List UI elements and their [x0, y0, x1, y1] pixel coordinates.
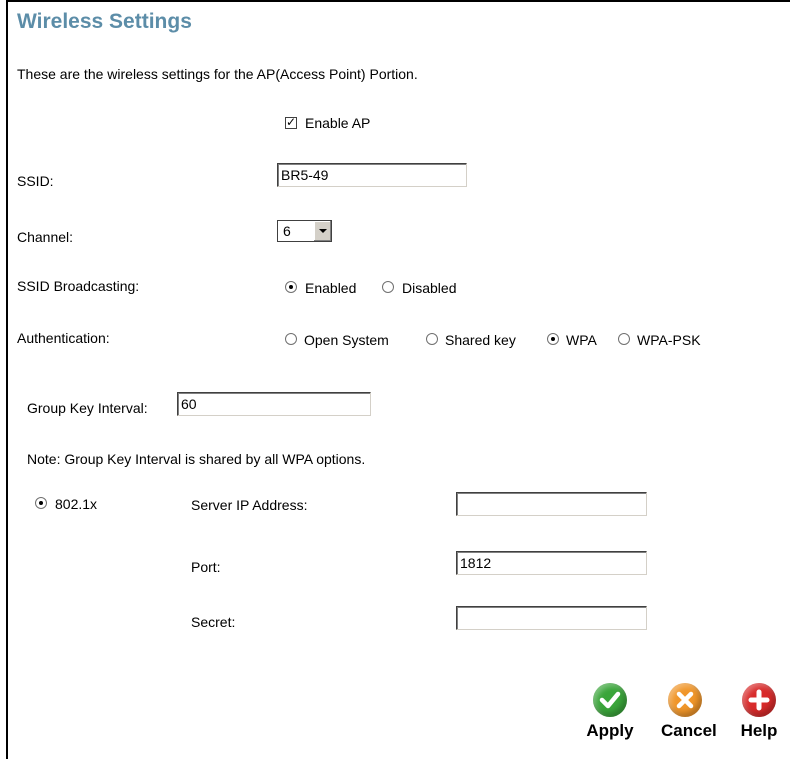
intro-text: These are the wireless settings for the …	[17, 66, 418, 82]
help-button[interactable]: Help	[735, 683, 783, 741]
apply-button[interactable]: Apply	[586, 683, 634, 741]
radius-802-1x-radio[interactable]	[35, 497, 47, 509]
port-input[interactable]	[456, 551, 647, 575]
radius-802-1x-label: 802.1x	[55, 496, 98, 512]
ssid-input[interactable]	[277, 163, 467, 187]
plus-icon	[742, 683, 776, 717]
ssid-broadcast-disabled-label: Disabled	[402, 280, 457, 296]
auth-wpa-radio[interactable]	[547, 333, 559, 345]
check-icon	[593, 683, 627, 717]
help-label: Help	[740, 721, 778, 740]
settings-frame	[6, 0, 790, 759]
group-key-interval-label: Group Key Interval:	[27, 400, 148, 416]
apply-label: Apply	[586, 721, 634, 740]
auth-wpa-psk-radio[interactable]	[618, 333, 630, 345]
group-key-interval-input[interactable]	[177, 392, 371, 416]
server-ip-input[interactable]	[456, 492, 647, 516]
auth-shared-key-label: Shared key	[445, 332, 516, 348]
ssid-broadcast-enabled-label: Enabled	[305, 280, 357, 296]
group-key-note: Note: Group Key Interval is shared by al…	[27, 451, 366, 467]
channel-label: Channel:	[17, 229, 74, 245]
ssid-broadcast-disabled-radio[interactable]	[382, 281, 394, 293]
secret-label: Secret:	[191, 614, 236, 630]
ssid-broadcast-enabled-radio[interactable]	[285, 281, 297, 293]
enable-ap-label: Enable AP	[305, 115, 371, 131]
channel-select[interactable]: 6	[277, 220, 332, 242]
auth-shared-key-radio[interactable]	[426, 333, 438, 345]
cancel-label: Cancel	[661, 721, 717, 740]
server-ip-label: Server IP Address:	[191, 497, 308, 513]
ssid-label: SSID:	[17, 173, 54, 189]
ssid-broadcasting-label: SSID Broadcasting:	[17, 278, 140, 294]
port-label: Port:	[191, 559, 221, 575]
auth-wpa-psk-label: WPA-PSK	[637, 332, 701, 348]
channel-value: 6	[283, 223, 291, 239]
chevron-down-icon[interactable]	[313, 221, 331, 241]
cancel-button[interactable]: Cancel	[661, 683, 717, 741]
auth-open-system-radio[interactable]	[285, 333, 297, 345]
page-title: Wireless Settings	[17, 10, 192, 33]
authentication-label: Authentication:	[17, 330, 110, 346]
enable-ap-checkbox[interactable]: ✓	[285, 115, 297, 129]
secret-input[interactable]	[456, 606, 647, 630]
auth-wpa-label: WPA	[566, 332, 597, 348]
auth-open-system-label: Open System	[304, 332, 389, 348]
x-icon	[668, 683, 702, 717]
